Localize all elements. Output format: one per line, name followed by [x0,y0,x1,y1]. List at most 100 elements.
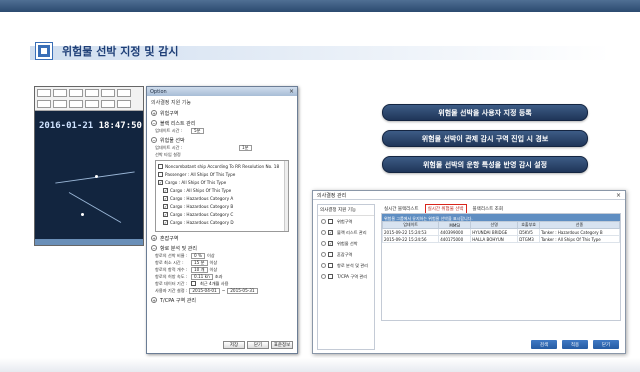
feature-button-alert: 위험물 선박이 관제 감시 구역 진입 시 경보 [382,130,588,147]
checkbox[interactable]: ✓ [163,195,168,201]
checkbox[interactable] [158,171,163,177]
checkbox[interactable]: ✓ [163,203,168,209]
blacklist-update-row: 업데이트 시간 : 5분 [155,127,293,134]
close-icon[interactable]: × [616,192,621,199]
minus-icon[interactable]: − [151,245,157,251]
toolbar-button[interactable] [37,89,51,97]
route-value-input[interactable]: 10 개 [191,266,208,273]
section-hazard-ship[interactable]: − 위험물 선박 [151,136,293,144]
function-item[interactable]: ✓ 블랙 리스트 관리 [318,227,374,238]
table-row[interactable]: 2015-09-22 15:24:56 440175000 HALLA BOHYUN… [381,235,621,243]
toolbar-button[interactable] [69,99,83,108]
table-cell: DTGM3 [517,235,540,243]
ship-type-item[interactable]: ✓ Cargo : All Ships Of This Type [158,178,286,186]
plus-icon[interactable]: + [151,297,157,303]
minus-icon[interactable]: − [151,120,157,126]
radio-button[interactable] [321,230,326,235]
minus-icon[interactable]: − [151,137,157,143]
function-item[interactable]: 위험구역 [318,216,374,227]
section-blacklist[interactable]: − 블랙 리스트 관리 [151,119,293,127]
ship-type-item[interactable]: Noncombatant ship According To RR Resolu… [158,162,286,170]
function-label: T/CPA 구역 관리 [337,273,368,279]
section-route[interactable]: − 항로 분석 및 관리 [151,244,293,252]
checkbox[interactable] [328,263,333,268]
column-header[interactable]: 선명 [470,221,519,229]
period-from-input[interactable]: 2015-04-01 [189,287,220,294]
vessel-marker[interactable] [95,175,98,178]
toolbar-button[interactable] [69,89,83,97]
function-item[interactable]: 항로 분석 및 관리 [318,260,374,271]
toolbar-button[interactable] [101,99,115,108]
checkbox[interactable]: ✓ [163,219,168,225]
ship-type-label: Passenger : All Ships Of This Type [165,171,236,177]
column-header[interactable]: 선종 [538,221,621,229]
close-button[interactable]: 닫기 [593,340,619,349]
period-to-input[interactable]: 2015-05-31 [227,287,258,294]
toolbar-button[interactable] [53,89,67,97]
table-cell: D5KV5 [517,228,540,236]
ship-type-list[interactable]: Noncombatant ship According To RR Resolu… [155,160,289,232]
slide-title: 위험물 선박 지정 및 감시 [36,40,179,62]
checkbox[interactable] [191,281,196,286]
toolbar-button[interactable] [85,89,99,97]
ship-type-row: 선박 타입 설정 [155,151,293,158]
route-value-input[interactable]: 15 분 [191,259,208,266]
radio-button[interactable] [321,263,326,268]
column-header[interactable]: 업데이트 [381,221,440,229]
ship-type-item[interactable]: ✓ Cargo : Hazardous Category D [158,218,286,226]
column-header[interactable]: 호출부호 [517,221,540,229]
ship-type-item[interactable]: ✓ Cargo : All Ships Of This Type [158,186,286,194]
toolbar-button[interactable] [37,99,51,108]
radio-button[interactable] [321,219,326,224]
route-value-input[interactable]: 0 % [191,252,205,259]
section-tcpa[interactable]: + T/CPA 구역 관리 [151,296,293,304]
radio-button[interactable] [321,274,326,279]
ship-type-item[interactable]: ✓ Cargo : Hazardous Category A [158,194,286,202]
checkbox[interactable]: ✓ [158,179,163,185]
ship-type-item[interactable]: ✓ Cargo : Hazardous Category C [158,210,286,218]
plus-icon[interactable]: + [151,110,157,116]
ship-type-item[interactable]: Passenger : All Ships Of This Type [158,170,286,178]
decision-panel: 의사결정 관리 × 의사결정 지원 기능 위험구역 ✓ 블랙 리스트 관리 ✓ 위험물 … [312,190,626,354]
toolbar-button[interactable] [117,89,131,97]
ship-type-label: Cargo : Hazardous Category B [170,203,234,209]
hazard-update-select[interactable]: 1분 [239,144,252,151]
scrollbar[interactable] [284,161,288,231]
toolbar-button[interactable] [101,89,115,97]
toolbar-button[interactable] [117,99,131,108]
checkbox[interactable] [158,163,163,169]
function-item[interactable]: T/CPA 구역 관리 [318,271,374,282]
checkbox[interactable]: ✓ [163,187,168,193]
radio-button[interactable] [321,241,326,246]
section-label: T/CPA 구역 관리 [160,297,196,304]
table-cell: HYUNDAI BRIDGE [470,228,519,236]
apply-button[interactable]: 적용 [562,340,588,349]
toolbar-button[interactable] [85,99,99,108]
search-button[interactable]: 검색 [531,340,557,349]
checkbox[interactable] [328,274,333,279]
close-icon[interactable]: × [289,88,294,95]
vessel-marker[interactable] [81,213,84,216]
checkbox[interactable]: ✓ [328,241,333,246]
plus-icon[interactable]: + [151,235,157,241]
default-button[interactable]: 표준정보 [271,341,293,349]
section-congestion[interactable]: + 혼잡구역 [151,234,293,242]
checkbox[interactable]: ✓ [328,230,333,235]
save-button[interactable]: 저장 [223,341,245,349]
toolbar-button[interactable] [53,99,67,108]
ship-type-item[interactable]: ✓ Cargo : Hazardous Category B [158,202,286,210]
function-item[interactable]: ✓ 위험물 선박 [318,238,374,249]
ship-type-label: Cargo : Hazardous Category D [170,219,234,225]
checkbox[interactable]: ✓ [163,211,168,217]
checkbox[interactable] [328,219,333,224]
route-value-input[interactable]: 0.11 kn [191,273,213,280]
blacklist-update-select[interactable]: 5분 [191,127,204,134]
column-header[interactable]: MMSI [438,221,472,229]
table-row[interactable]: 2015-09-22 15:24:53 440399000 HYUNDAI BRID… [381,228,621,236]
checkbox[interactable] [328,252,333,257]
track-line [68,192,122,223]
function-item[interactable]: 혼잡구역 [318,249,374,260]
close-button[interactable]: 닫기 [247,341,269,349]
radio-button[interactable] [321,252,326,257]
section-danger-zone[interactable]: + 위험구역 [151,109,293,117]
